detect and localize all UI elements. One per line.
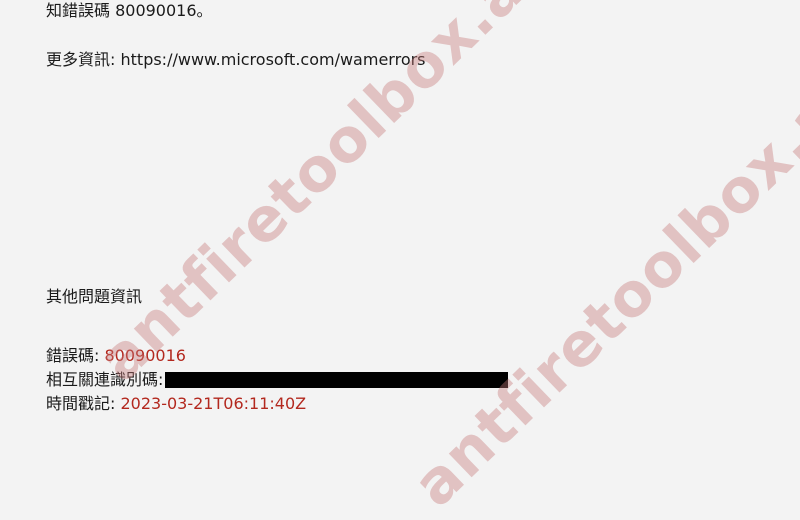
more-info-url[interactable]: https://www.microsoft.com/wamerrors [121,50,426,69]
correlation-id-redaction [165,372,509,388]
correlation-id-row: 相互關連識別碼: [46,370,509,390]
known-error-text: 知錯誤碼 80090016。 [46,1,213,20]
correlation-id-label: 相互關連識別碼: [46,370,164,389]
known-error-line: 知錯誤碼 80090016。 [46,1,213,21]
error-code-row: 錯誤碼: 80090016 [46,346,186,366]
error-details-page: 知錯誤碼 80090016。 更多資訊: https://www.microso… [0,0,800,520]
error-code-value: 80090016 [104,346,186,365]
more-info-label: 更多資訊: [46,50,116,69]
more-info-line: 更多資訊: https://www.microsoft.com/wamerror… [46,50,426,70]
additional-info-heading-text: 其他問題資訊 [46,287,143,306]
timestamp-value: 2023-03-21T06:11:40Z [120,394,307,413]
timestamp-label: 時間戳記: [46,394,116,413]
watermark-text-secondary: antfiretoolbox.app [400,18,800,520]
error-code-label: 錯誤碼: [46,346,100,365]
additional-info-heading: 其他問題資訊 [46,287,142,307]
timestamp-row: 時間戳記: 2023-03-21T06:11:40Z [46,394,306,414]
